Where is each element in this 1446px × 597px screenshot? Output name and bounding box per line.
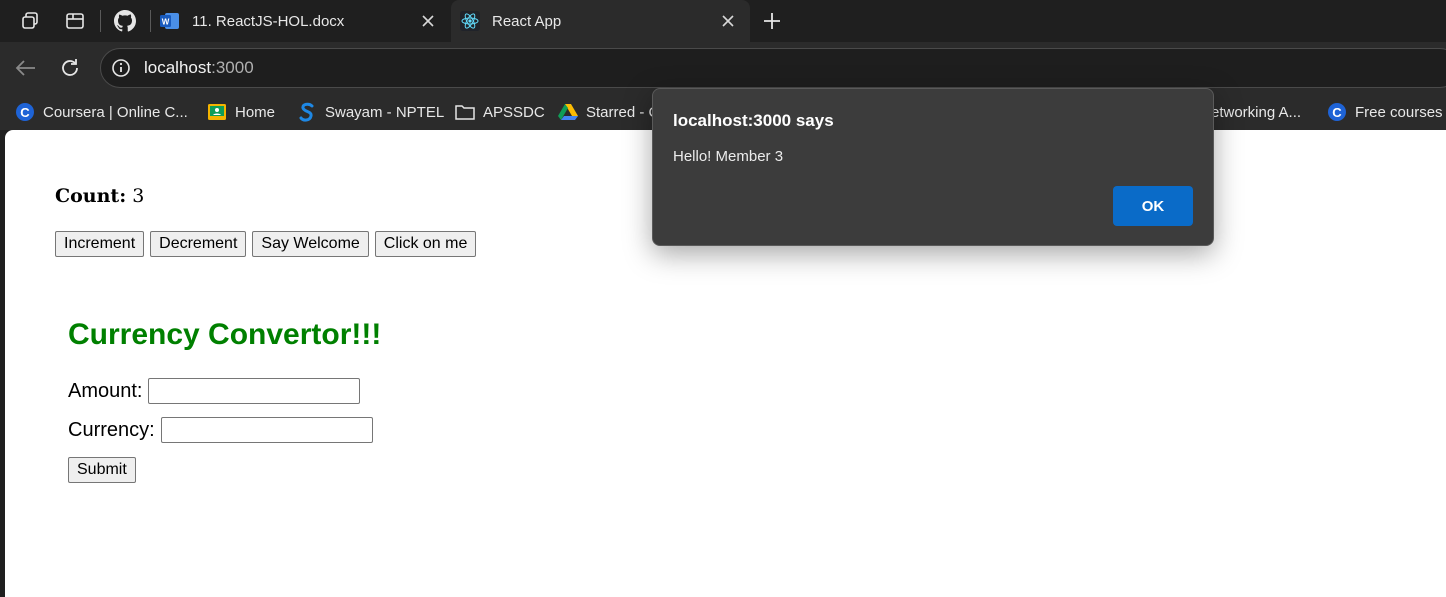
increment-button[interactable]: Increment <box>55 231 145 257</box>
url-port: :3000 <box>211 58 254 77</box>
tab-separator <box>100 10 101 32</box>
github-icon[interactable] <box>112 8 138 34</box>
browser-window: W 11. ReactJS-HOL.docx React App localho… <box>0 0 1446 597</box>
counter-buttons: Increment Decrement Say Welcome Click on… <box>55 231 477 257</box>
swayam-icon <box>297 102 317 122</box>
tab-separator <box>150 10 151 32</box>
coursera-icon: C <box>1327 102 1347 122</box>
amount-input[interactable] <box>148 378 361 404</box>
tab-react-app[interactable]: React App <box>451 0 750 42</box>
currency-row: Currency: <box>68 417 373 443</box>
react-icon <box>460 11 480 31</box>
alert-dialog: localhost:3000 says Hello! Member 3 OK <box>652 88 1214 246</box>
dialog-title: localhost:3000 says <box>673 111 834 130</box>
reload-icon[interactable] <box>56 54 84 82</box>
word-icon: W <box>160 11 180 31</box>
bookmark-swayam[interactable]: Swayam - NPTEL <box>297 100 444 124</box>
bookmark-coursera[interactable]: C Coursera | Online C... <box>15 100 188 124</box>
amount-row: Amount: <box>68 378 361 404</box>
classroom-icon <box>207 102 227 122</box>
tab-word-doc[interactable]: W 11. ReactJS-HOL.docx <box>160 0 450 42</box>
converter-title: Currency Convertor!!! <box>68 318 382 351</box>
tab-strip: W 11. ReactJS-HOL.docx React App <box>0 0 1446 42</box>
site-info-icon[interactable] <box>110 57 132 79</box>
new-tab-icon[interactable] <box>758 8 786 34</box>
close-tab-icon[interactable] <box>718 11 738 31</box>
amount-label: Amount: <box>68 379 143 402</box>
url-host: localhost <box>144 58 212 77</box>
workspaces-icon[interactable] <box>17 8 43 34</box>
tab-title: 11. ReactJS-HOL.docx <box>192 12 345 30</box>
decrement-button[interactable]: Decrement <box>150 231 247 257</box>
ok-button[interactable]: OK <box>1113 186 1193 226</box>
folder-icon <box>455 102 475 122</box>
dialog-message: Hello! Member 3 <box>673 148 784 165</box>
drive-icon <box>558 102 578 122</box>
bookmark-apssdc[interactable]: APSSDC <box>455 100 545 124</box>
submit-button[interactable]: Submit <box>68 457 136 483</box>
currency-input[interactable] <box>160 417 373 443</box>
bookmark-free-courses[interactable]: C Free courses t <box>1327 100 1446 124</box>
count-label: Count: <box>55 185 127 207</box>
count-display: Count: 3 <box>55 185 144 207</box>
click-on-me-button[interactable]: Click on me <box>374 231 477 257</box>
address-bar[interactable]: localhost:3000 <box>100 48 1446 88</box>
say-welcome-button[interactable]: Say Welcome <box>252 231 369 257</box>
close-tab-icon[interactable] <box>418 11 438 31</box>
tab-actions-icon[interactable] <box>62 8 88 34</box>
back-icon[interactable] <box>11 54 39 82</box>
coursera-icon: C <box>15 102 35 122</box>
count-value: 3 <box>132 185 145 207</box>
bookmark-networking[interactable]: etworking A... <box>1211 100 1301 124</box>
bookmark-starred[interactable]: Starred - C <box>558 100 659 124</box>
bookmark-home[interactable]: Home <box>207 100 275 124</box>
toolbar: localhost:3000 <box>0 42 1446 94</box>
svg-text:W: W <box>162 18 170 27</box>
currency-label: Currency: <box>68 418 155 441</box>
tab-title: React App <box>492 12 562 30</box>
